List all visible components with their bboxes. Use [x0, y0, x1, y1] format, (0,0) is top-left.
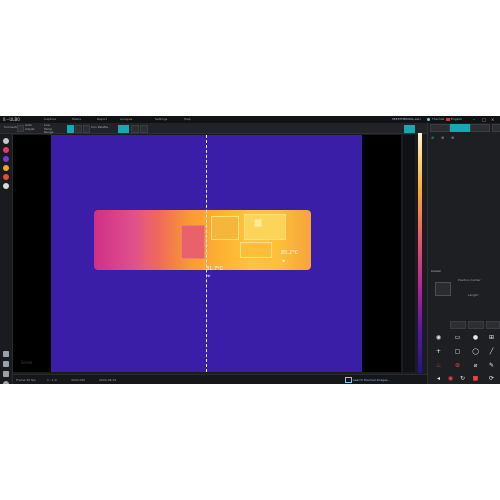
palette-iron-icon[interactable] [3, 174, 9, 180]
hot-spot-marker-icon: ⌖ [282, 258, 286, 265]
right-panel: ⊕ ⊕ ⊕ Cursor Position Center Length ◉ ▭ … [427, 123, 500, 384]
palette-orange-icon[interactable] [3, 165, 9, 171]
search-hint[interactable]: search thermal images... [353, 378, 390, 382]
minimize-icon[interactable]: – [473, 117, 475, 122]
area-tool-icon[interactable]: ⊕ [451, 135, 454, 140]
menu-item-settings[interactable]: Settings [155, 116, 167, 123]
ellipse-icon[interactable]: ◯ [471, 347, 480, 356]
chip-small [254, 219, 262, 227]
flag-icon[interactable] [446, 118, 450, 121]
connect-icon[interactable] [17, 125, 24, 132]
device-link[interactable]: SEEKTHERMAL-ALU [392, 116, 421, 123]
video-icon[interactable]: ▭ [453, 333, 462, 342]
size-label: Length [468, 293, 479, 297]
left-tool-strip [0, 134, 13, 384]
settings-icon[interactable] [3, 381, 9, 384]
chip-hot [244, 214, 286, 240]
temperature-color-bar[interactable] [418, 133, 422, 373]
menu-item-help[interactable]: Help [184, 116, 191, 123]
position-label: Position Center [458, 278, 481, 282]
status-bar: Frame 30 fps 1 : 1.0 320×240 2024-06-01 … [13, 374, 427, 384]
cold-spot-marker-icon: ⌖ [207, 273, 211, 280]
spot-tool-icon[interactable]: ⊕ [431, 135, 434, 140]
hot-spot-temp: 85.2°C [281, 250, 299, 256]
title-bar: ß···ULB0 Capture Media Report Analysis S… [0, 116, 500, 123]
snapshot-button[interactable] [404, 125, 415, 133]
refresh-icon[interactable]: ⟳ [487, 374, 496, 383]
chip-b [240, 242, 272, 258]
option-button-1[interactable] [450, 321, 466, 329]
palette-purple-icon[interactable] [3, 156, 9, 162]
user-icon[interactable] [427, 118, 430, 121]
mode-label[interactable]: Auto Adjust [25, 123, 37, 131]
target-icon[interactable]: ⊛ [453, 361, 462, 370]
tab-live-right[interactable] [430, 124, 450, 132]
camera-icon[interactable]: ◉ [434, 333, 443, 342]
option-button-3[interactable] [486, 321, 500, 329]
top-toolbar: Connected Auto Adjust Low Temp Range Iro… [0, 123, 500, 134]
more-icon[interactable] [492, 124, 500, 132]
app-window: ß···ULB0 Capture Media Report Analysis S… [0, 116, 500, 384]
prev-icon[interactable]: ◂ [434, 374, 443, 383]
play-icon[interactable] [67, 125, 74, 133]
palette-red-icon[interactable] [3, 147, 9, 153]
grid-icon[interactable] [131, 125, 139, 133]
watermark: Sirale [21, 360, 33, 365]
folder-icon[interactable] [3, 351, 9, 357]
rect-icon[interactable]: ▢ [453, 347, 462, 356]
temperature-scale-track [403, 135, 415, 372]
chat-icon[interactable] [345, 377, 352, 383]
pause-icon[interactable] [75, 125, 82, 133]
measure-line[interactable] [206, 135, 207, 372]
option-button-2[interactable] [468, 321, 484, 329]
range-label[interactable]: Low Temp Range [44, 123, 58, 135]
close-icon[interactable]: × [491, 117, 494, 122]
add-point-icon[interactable]: + [434, 347, 443, 356]
line-icon[interactable]: ╱ [487, 347, 496, 356]
circuit-board-heat [82, 200, 323, 280]
edit-icon[interactable]: ✎ [487, 361, 496, 370]
resolution-readout: 320×240 [71, 378, 85, 382]
palette-label[interactable]: Iron Palette [91, 125, 108, 130]
language-label[interactable]: English [451, 116, 462, 123]
tab-analyze[interactable] [470, 124, 490, 132]
menu-item-analysis[interactable]: Analysis [120, 116, 132, 123]
record-icon[interactable] [83, 125, 90, 133]
fps-readout: Frame 30 fps [16, 378, 36, 382]
tab-live[interactable] [118, 125, 129, 133]
crop-icon[interactable] [140, 125, 148, 133]
thermal-viewer[interactable]: ⌖ ⌖ 31.7°C 85.2°C Sirale [13, 135, 401, 372]
zoom-readout: 1 : 1.0 [47, 378, 57, 382]
record-video-icon[interactable]: ● [471, 333, 480, 342]
chip-cool [181, 225, 205, 259]
menu-item-media[interactable]: Media [72, 116, 81, 123]
stop-icon[interactable]: ■ [471, 374, 480, 383]
print-icon[interactable] [3, 371, 9, 377]
fire-icon[interactable]: ♨ [434, 361, 443, 370]
pointer-icon[interactable] [3, 138, 9, 144]
cold-spot-temp: 31.7°C [206, 266, 224, 272]
user-label: Thermal [432, 117, 445, 121]
timestamp: 2024-06-01 [99, 378, 117, 382]
export-icon[interactable] [3, 361, 9, 367]
link-icon[interactable]: ⌀ [471, 361, 480, 370]
app-logo: ß···ULB0 [3, 117, 20, 122]
maximize-icon[interactable]: □ [482, 117, 486, 122]
menu-item-report[interactable]: Report [97, 116, 107, 123]
alarm-icon[interactable]: ◉ [446, 374, 455, 383]
palette-gray-icon[interactable] [3, 183, 9, 189]
zoom-icon[interactable]: ⊞ [487, 333, 496, 342]
chip-a [211, 216, 239, 240]
line-tool-icon[interactable]: ⊕ [441, 135, 444, 140]
cursor-section-label: Cursor [431, 269, 441, 273]
tab-camera[interactable] [450, 124, 470, 132]
crosshair-preview[interactable] [435, 282, 451, 296]
reset-icon[interactable]: ↻ [458, 374, 467, 383]
menu-item-capture[interactable]: Capture [44, 116, 56, 123]
